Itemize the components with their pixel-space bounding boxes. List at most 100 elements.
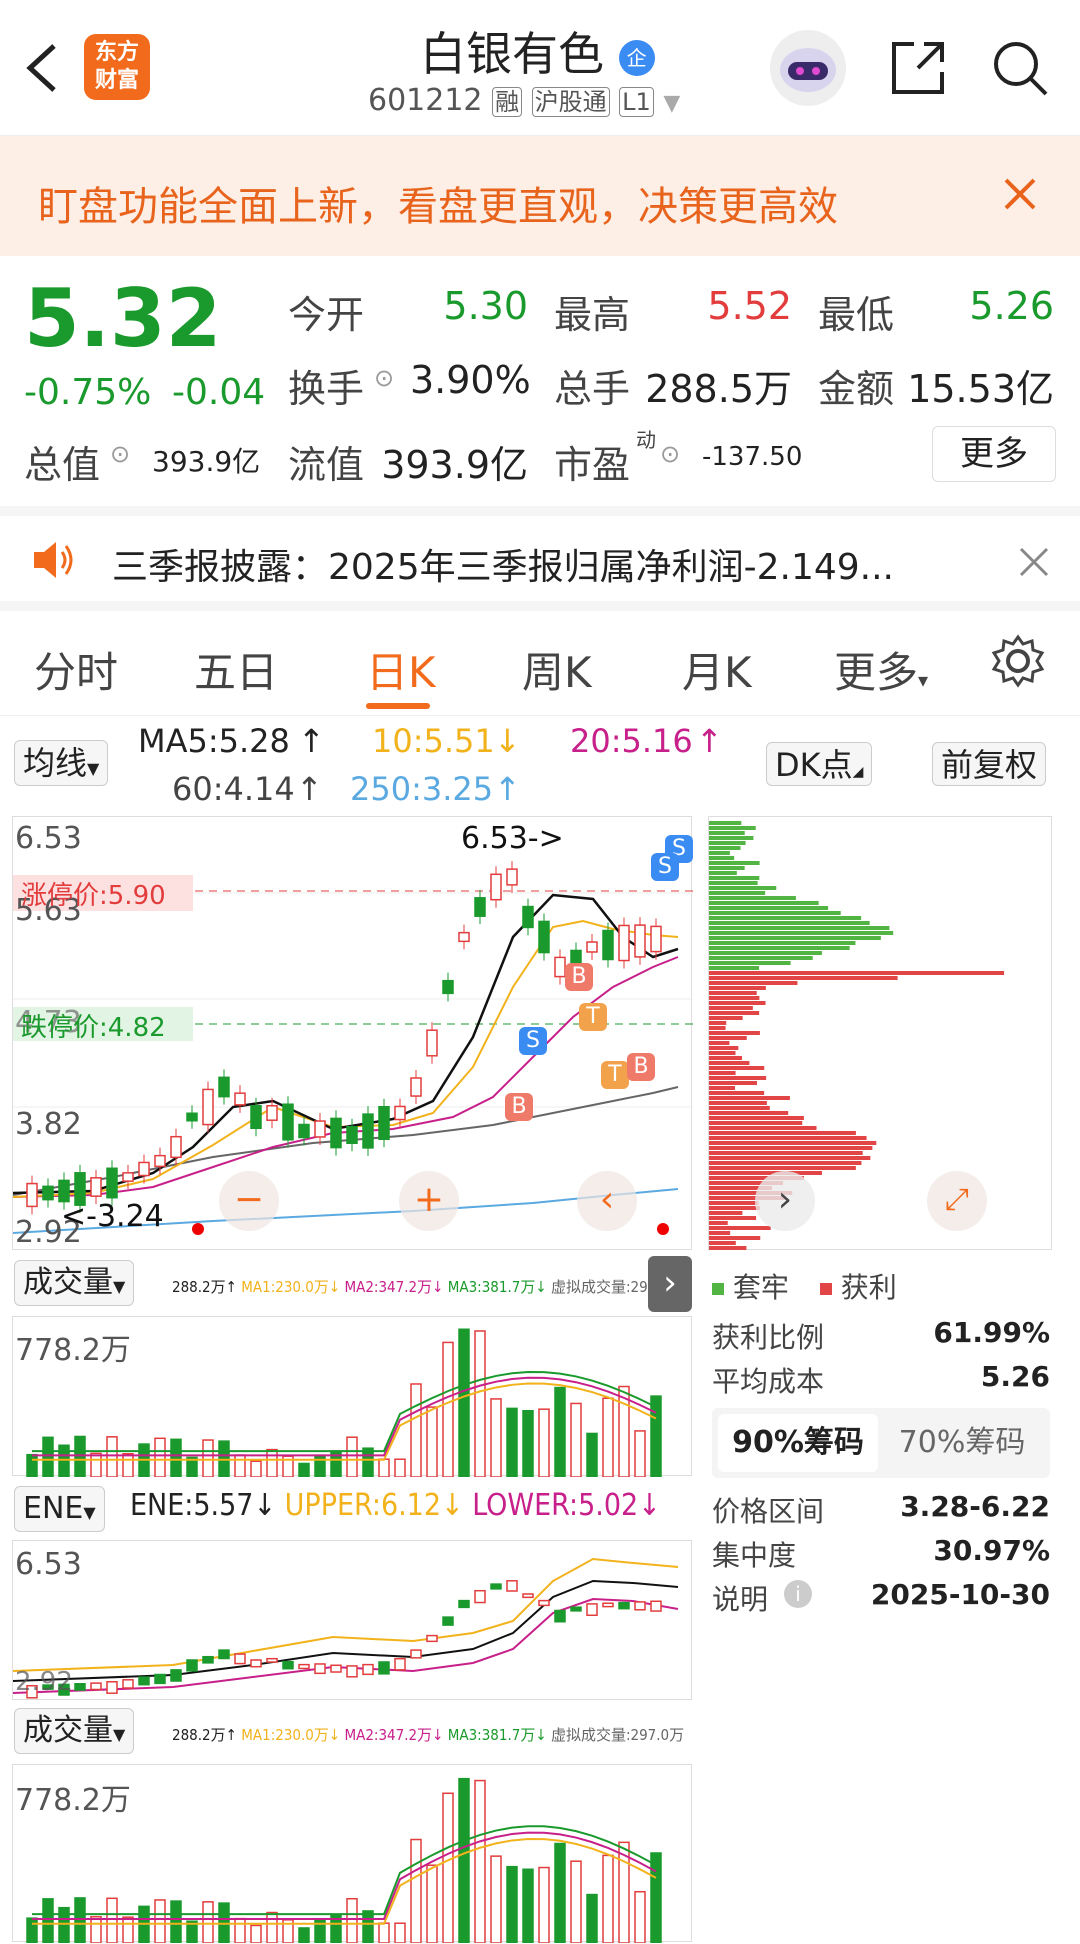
zoom-in-icon[interactable]: + xyxy=(399,1171,459,1231)
search-icon[interactable] xyxy=(990,38,1050,98)
scroll-right-icon[interactable]: › xyxy=(755,1171,815,1231)
chip-bar xyxy=(709,1226,771,1230)
chip-bar xyxy=(709,1156,871,1160)
close-icon[interactable] xyxy=(1002,176,1038,212)
candle-body xyxy=(474,897,486,917)
candle-body xyxy=(378,1105,390,1141)
info-icon[interactable]: ⊙ xyxy=(374,364,394,392)
info-icon[interactable]: i xyxy=(784,1580,812,1608)
tab-more[interactable]: 更多▾ xyxy=(834,639,928,700)
candle-body xyxy=(314,1120,326,1138)
mktcap-label: 总值 xyxy=(24,443,101,487)
candle-body xyxy=(298,1123,310,1139)
candle-body xyxy=(362,1113,374,1149)
robot-avatar-icon[interactable] xyxy=(770,30,846,106)
logo-text: 东方财富 xyxy=(95,40,140,93)
candle-body xyxy=(250,1104,262,1130)
volume-bar xyxy=(362,1910,374,1944)
expand-panel-icon[interactable]: › xyxy=(648,1256,692,1312)
change-value: -0.04 xyxy=(172,372,266,413)
info-icon[interactable]: ⊙ xyxy=(660,440,680,468)
chip-bar xyxy=(709,1161,862,1165)
ene-chart[interactable]: 6.53 2.92 xyxy=(12,1540,692,1700)
zoom-out-icon[interactable]: − xyxy=(219,1171,279,1231)
back-icon[interactable] xyxy=(22,40,62,96)
chip-bar xyxy=(709,1211,743,1215)
tag-margin: 融 xyxy=(492,87,523,117)
volume-select-2[interactable]: 成交量▼ xyxy=(14,1708,135,1754)
signal-badge[interactable]: S xyxy=(651,853,679,881)
chip-bar xyxy=(709,836,754,840)
close-icon[interactable] xyxy=(1018,546,1050,578)
volume-max-label: 778.2万 xyxy=(15,1783,131,1818)
tag-level: L1 xyxy=(619,87,654,117)
banner-text: 盯盘功能全面上新，看盘更直观，决策更高效 xyxy=(38,184,838,230)
tab-weekly-k[interactable]: 周K xyxy=(522,639,592,700)
tab-five-day[interactable]: 五日 xyxy=(194,639,278,700)
signal-badge[interactable]: S xyxy=(519,1027,547,1055)
chip-bar xyxy=(709,911,841,915)
chip-bar xyxy=(709,1096,790,1100)
volume-bar xyxy=(346,1897,358,1944)
volume-info-row: 288.2万↑ MA1:230.0万↓ MA2:347.2万↓ MA3:381.… xyxy=(172,1276,684,1297)
chip-distribution[interactable]: › ⤢ xyxy=(708,816,1052,1250)
volume-bar xyxy=(586,1432,598,1478)
volume-bar xyxy=(458,1777,470,1944)
signal-badge[interactable]: T xyxy=(579,1003,607,1031)
volume-chart-2[interactable]: 778.2万 xyxy=(12,1764,692,1944)
chip-bar xyxy=(709,866,745,870)
profit-ratio-label: 获利比例 xyxy=(712,1321,825,1354)
profit-ratio-value: 61.99% xyxy=(933,1316,1050,1349)
info-icon[interactable]: ⊙ xyxy=(110,440,130,468)
kline-chart[interactable]: 6.53 5.63 4.73 3.82 2.92 涨停价:5.90 跌停价:4.… xyxy=(12,816,693,1250)
dropdown-icon[interactable]: ▼ xyxy=(663,91,680,116)
signal-badge[interactable]: B xyxy=(565,963,593,991)
dk-points-button[interactable]: DK点◢ xyxy=(766,742,873,786)
volume-label: 总手 xyxy=(554,367,631,411)
ene-select-label: ENE xyxy=(23,1491,84,1526)
chip-bar xyxy=(709,1026,726,1030)
ene-select[interactable]: ENE▼ xyxy=(14,1486,105,1532)
more-button[interactable]: 更多 xyxy=(932,426,1056,482)
signal-badge[interactable]: T xyxy=(601,1061,629,1089)
signal-badge[interactable]: B xyxy=(505,1093,533,1121)
float-label: 流值 xyxy=(288,443,365,487)
vol-ma3: MA3:381.7万↓ xyxy=(447,1278,547,1296)
volume-bar xyxy=(314,1917,326,1944)
volume-bar xyxy=(122,1453,134,1478)
volume-bar xyxy=(26,1917,38,1944)
ene-candle xyxy=(474,1589,486,1604)
promo-banner[interactable]: 盯盘功能全面上新，看盘更直观，决策更高效 xyxy=(0,136,1080,256)
candle-body xyxy=(346,1125,358,1145)
ene-top-label: 6.53 xyxy=(15,1547,82,1582)
volume-bar xyxy=(442,1792,454,1944)
ene-lower: LOWER:5.02↓ xyxy=(472,1488,661,1523)
signal-badge[interactable]: B xyxy=(627,1053,655,1081)
ma60-value: 60:4.14 xyxy=(172,770,295,808)
volume-bar xyxy=(346,1436,358,1478)
volume-chart[interactable]: 778.2万 xyxy=(12,1316,692,1478)
notice-bar[interactable]: 三季报披露：2025年三季报归属净利润-2.149... xyxy=(0,506,1080,611)
ene-candle xyxy=(618,1601,630,1610)
chip-bar xyxy=(709,1051,736,1055)
settings-gear-icon[interactable] xyxy=(990,633,1046,689)
volume-bar xyxy=(154,1437,166,1478)
ene-candle xyxy=(570,1606,582,1612)
ene-candle xyxy=(602,1602,614,1608)
scroll-left-icon[interactable]: ‹ xyxy=(577,1171,637,1231)
share-icon[interactable] xyxy=(888,38,948,98)
tab-monthly-k[interactable]: 月K xyxy=(682,639,752,700)
tab-70-chips[interactable]: 70%筹码 xyxy=(882,1414,1042,1472)
volume-bar xyxy=(42,1436,54,1478)
tab-daily-k[interactable]: 日K xyxy=(366,639,436,700)
expand-icon[interactable]: ⤢ xyxy=(927,1171,987,1231)
adjust-select[interactable]: 前复权 xyxy=(932,742,1047,786)
tab-90-chips[interactable]: 90%筹码 xyxy=(718,1414,878,1472)
candle-body xyxy=(330,1117,342,1149)
volume-select[interactable]: 成交量▼ xyxy=(14,1260,135,1306)
indicator-select[interactable]: 均线▼ xyxy=(14,740,109,786)
candle-body xyxy=(570,949,582,965)
volume-bar xyxy=(234,1454,246,1478)
tab-intraday[interactable]: 分时 xyxy=(34,639,118,700)
chip-bar xyxy=(709,951,822,955)
